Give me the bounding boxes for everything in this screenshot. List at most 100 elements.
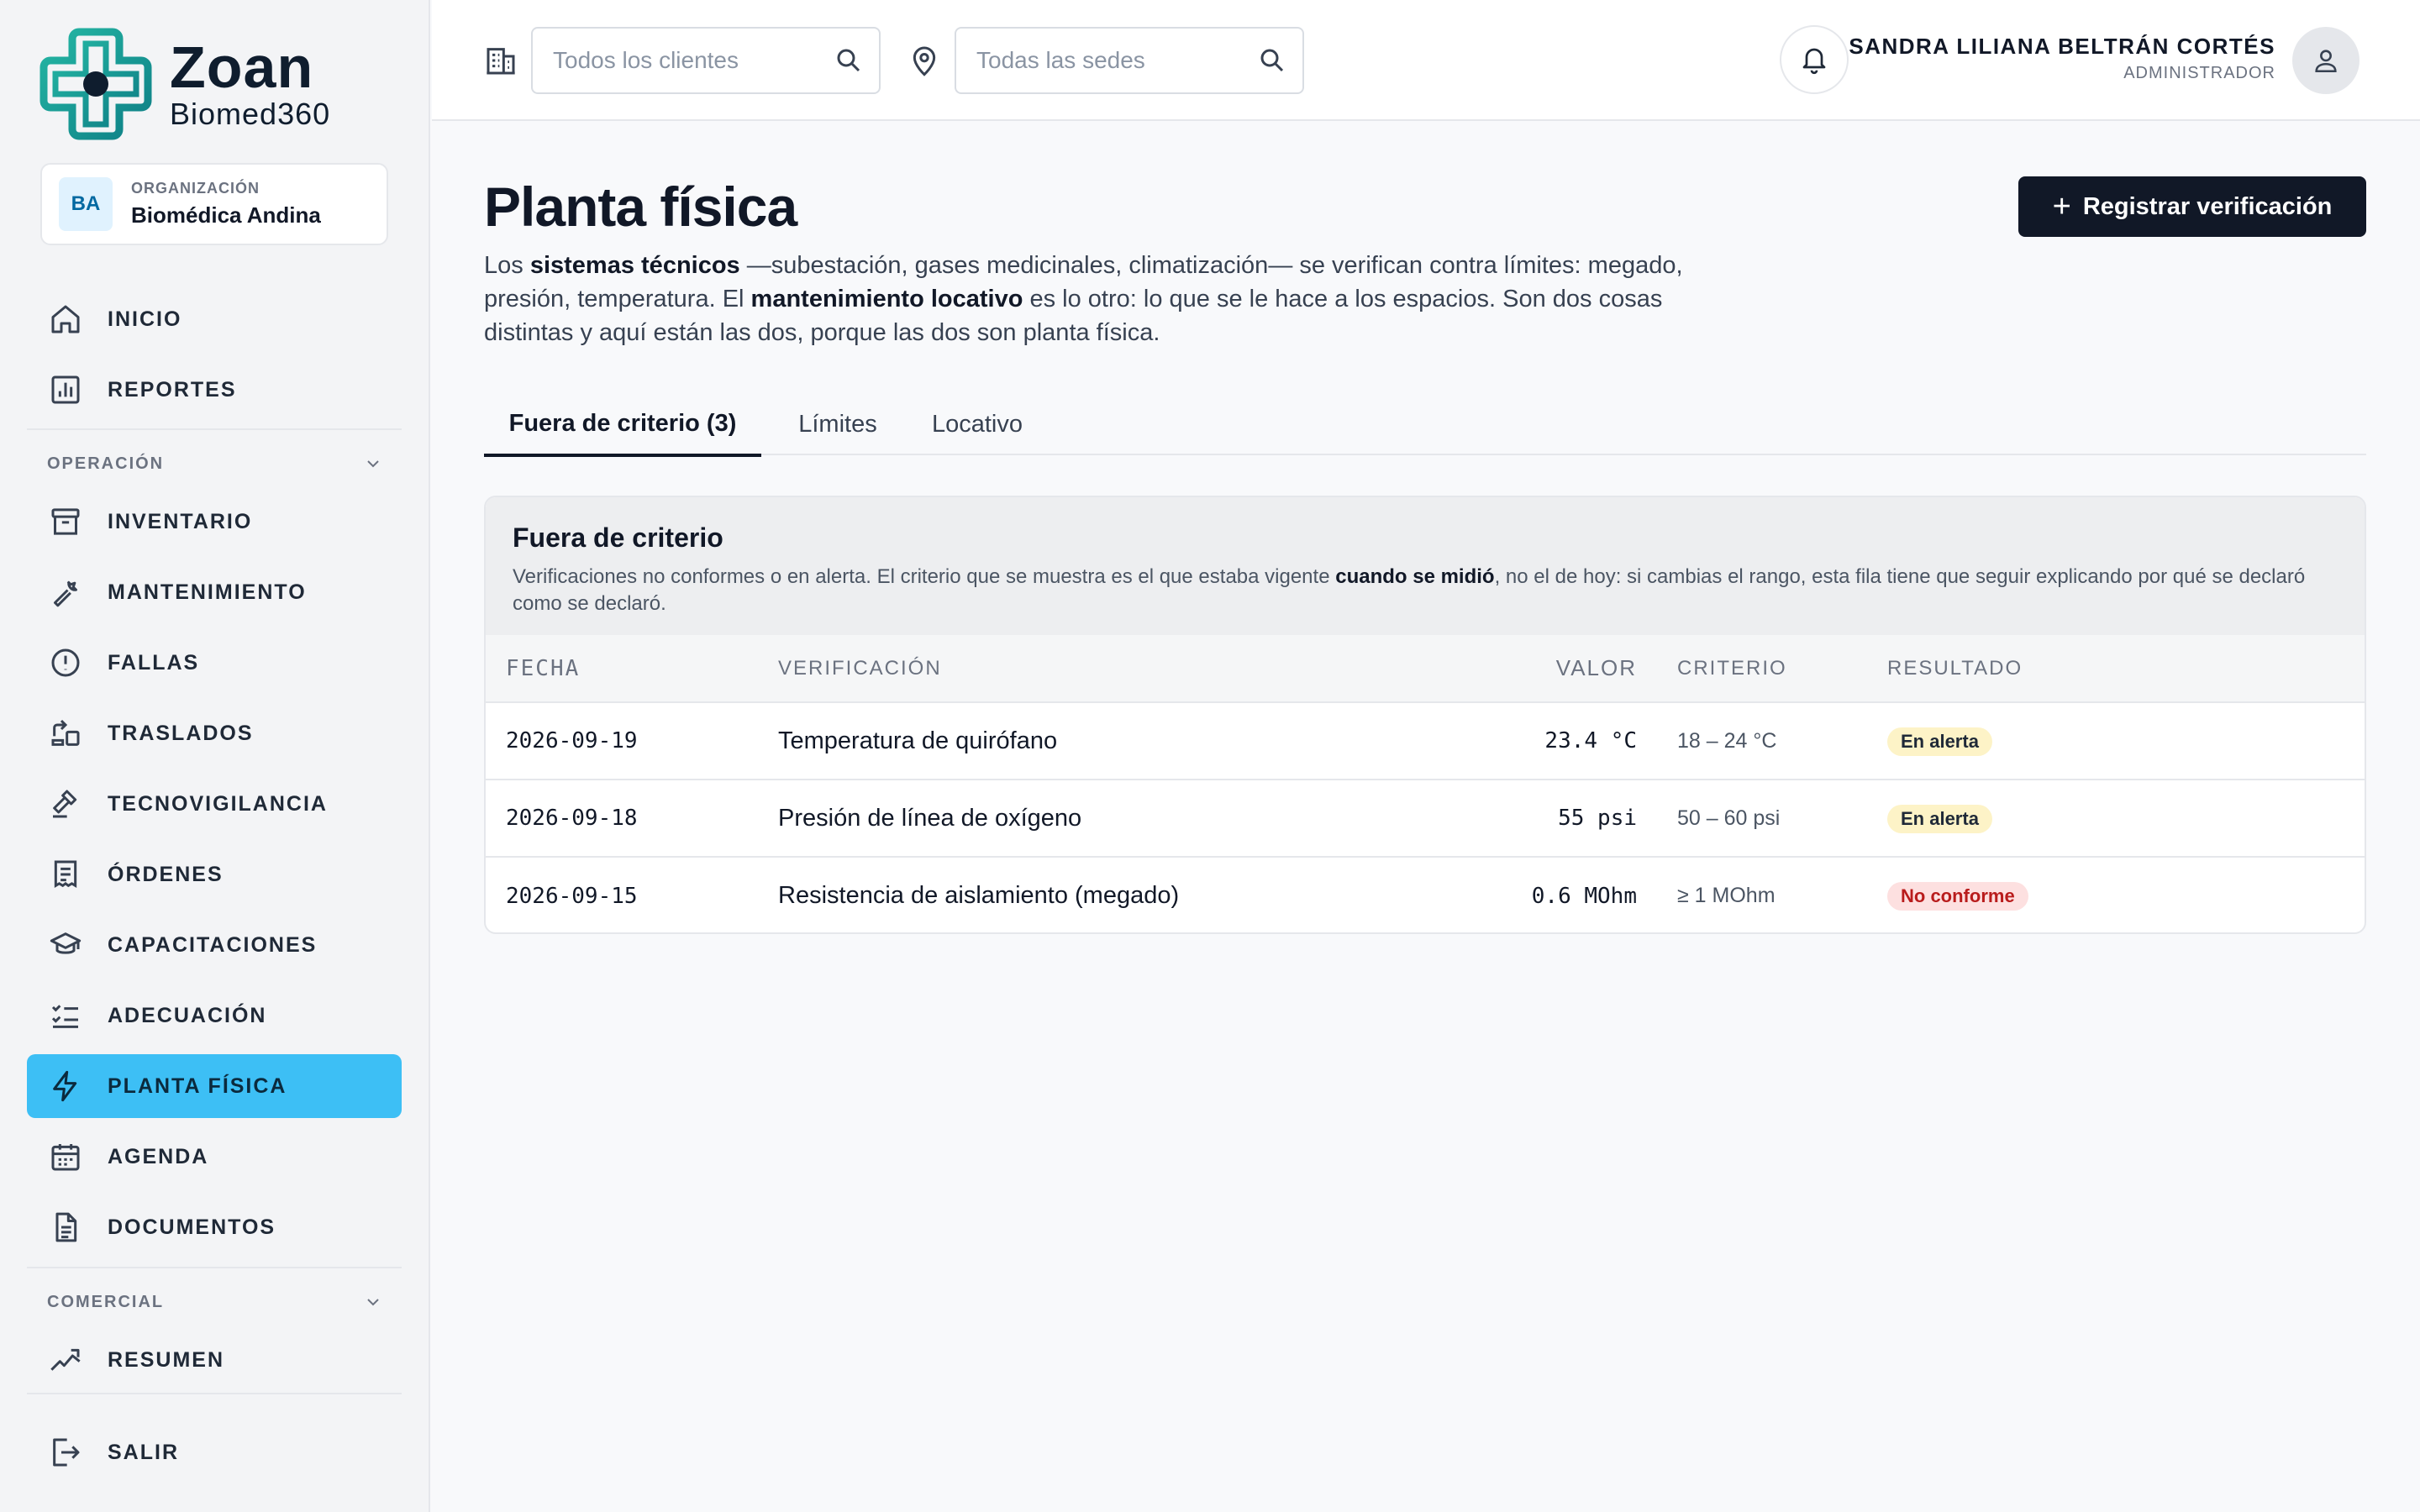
nav-item-inicio[interactable]: INICIO <box>27 287 402 351</box>
tabs: Fuera de criterio (3) Límites Locativo <box>484 393 2366 457</box>
chevron-down-icon <box>367 460 379 468</box>
alert-circle-icon <box>51 648 80 677</box>
nav-label: CAPACITACIONES <box>108 932 318 957</box>
user-icon <box>2315 50 2337 73</box>
nav-label: INVENTARIO <box>108 509 253 533</box>
cell-value: 23.4 °C <box>1518 702 1637 780</box>
nav-item-documentos[interactable]: DOCUMENTOS <box>27 1195 402 1259</box>
brand-name: Zoan <box>170 34 314 100</box>
nav-divider <box>27 428 402 430</box>
cell-result: En alerta <box>1887 780 2365 858</box>
nav-item-planta-fisica[interactable]: PLANTA FÍSICA <box>27 1054 402 1118</box>
wrench-icon <box>54 580 77 607</box>
tab-locativo[interactable]: Locativo <box>914 393 1040 455</box>
status-badge: En alerta <box>1887 727 1992 756</box>
card-header: Fuera de criterio Verificaciones no conf… <box>486 497 2365 635</box>
graduation-cap-icon <box>50 932 82 954</box>
nav-item-agenda[interactable]: AGENDA <box>27 1125 402 1189</box>
archive-icon <box>51 508 80 535</box>
nav-divider <box>27 1393 402 1394</box>
card-description: Verificaciones no conformes o en alerta.… <box>513 565 2306 615</box>
organization-badge: BA <box>59 177 113 231</box>
bell-icon <box>1802 48 1826 75</box>
organization-selector[interactable]: BA ORGANIZACIÓN Biomédica Andina <box>40 163 388 245</box>
nav-item-ordenes[interactable]: ÓRDENES <box>27 843 402 906</box>
cell-result: No conforme <box>1887 857 2365 932</box>
cell-verification: Temperatura de quirófano <box>778 702 1518 780</box>
nav-label: INICIO <box>108 307 182 331</box>
cell-result: En alerta <box>1887 702 2365 780</box>
sites-filter[interactable] <box>955 27 1304 94</box>
status-badge: No conforme <box>1887 882 2028 911</box>
cell-verification: Presión de línea de oxígeno <box>778 780 1518 858</box>
avatar[interactable] <box>2292 27 2360 94</box>
cell-criterion: 18 – 24 °C <box>1637 702 1887 780</box>
logout-icon <box>53 1438 80 1467</box>
table-header-row: FECHA VERIFICACIÓN VALOR CRITERIO RESULT… <box>486 635 2365 703</box>
nav-label: REPORTES <box>108 377 237 402</box>
chevron-down-icon <box>367 1299 379 1306</box>
document-icon <box>55 1212 77 1242</box>
nav-item-traslados[interactable]: TRASLADOS <box>27 701 402 765</box>
nav-label: PLANTA FÍSICA <box>108 1074 287 1098</box>
search-icon[interactable] <box>834 45 864 76</box>
plus-icon: + <box>2052 189 2071 224</box>
cell-criterion: ≥ 1 MOhm <box>1677 884 1776 907</box>
search-icon[interactable] <box>1257 45 1287 76</box>
nav-label: TRASLADOS <box>108 721 254 745</box>
calendar-icon <box>51 1144 80 1171</box>
nav-label: FALLAS <box>108 650 200 675</box>
nav-item-salir[interactable]: SALIR <box>27 1420 402 1484</box>
nav-item-mantenimiento[interactable]: MANTENIMIENTO <box>27 560 402 624</box>
column-header-verificacion[interactable]: VERIFICACIÓN <box>778 635 1518 703</box>
map-pin-icon <box>913 46 936 76</box>
nav-item-tecnovigilancia[interactable]: TECNOVIGILANCIA <box>27 772 402 836</box>
cell-criterion: 50 – 60 psi <box>1637 780 1887 858</box>
bar-chart-icon <box>51 375 80 404</box>
column-header-resultado[interactable]: RESULTADO <box>1887 635 2365 703</box>
nav-divider <box>27 1267 402 1268</box>
out-of-criteria-card: Fuera de criterio Verificaciones no conf… <box>484 496 2366 934</box>
cell-value: 0.6 MOhm <box>1531 883 1637 909</box>
brand-logo[interactable]: Zoan Biomed360 <box>39 27 330 141</box>
receipt-icon <box>54 860 77 888</box>
nav-item-fallas[interactable]: FALLAS <box>27 631 402 695</box>
column-header-fecha[interactable]: FECHA <box>486 635 778 703</box>
logo-cross-icon <box>39 28 152 140</box>
nav-item-adecuacion[interactable]: ADECUACIÓN <box>27 984 402 1047</box>
table-row[interactable]: 2026-09-15 Resistencia de aislamiento (m… <box>486 857 2365 932</box>
transfer-icon <box>51 719 80 746</box>
tab-limites[interactable]: Límites <box>775 393 901 455</box>
sites-search-input[interactable] <box>976 47 1254 74</box>
organization-caption: ORGANIZACIÓN <box>131 180 260 197</box>
nav-label: TECNOVIGILANCIA <box>108 791 328 816</box>
sidebar: Zoan Biomed360 BA ORGANIZACIÓN Biomédica… <box>0 0 430 1512</box>
clients-search-input[interactable] <box>553 47 830 74</box>
home-icon <box>51 305 80 333</box>
column-header-valor[interactable]: VALOR <box>1518 635 1637 703</box>
nav-label: ÓRDENES <box>108 862 224 886</box>
nav-item-resumen[interactable]: RESUMEN <box>27 1328 402 1392</box>
section-label: OPERACIÓN <box>47 454 165 473</box>
section-comercial-toggle[interactable]: COMERCIAL <box>47 1289 383 1315</box>
brand-product: Biomed360 <box>170 97 331 131</box>
table-row[interactable]: 2026-09-18 Presión de línea de oxígeno 5… <box>486 780 2365 858</box>
card-title: Fuera de criterio <box>513 522 723 553</box>
clients-filter[interactable] <box>531 27 881 94</box>
verifications-table: FECHA VERIFICACIÓN VALOR CRITERIO RESULT… <box>486 635 2365 932</box>
notifications-button[interactable] <box>1780 25 1849 94</box>
table-row[interactable]: 2026-09-19 Temperatura de quirófano 23.4… <box>486 702 2365 780</box>
topbar: SANDRA LILIANA BELTRÁN CORTÉS ADMINISTRA… <box>432 0 2420 121</box>
column-header-criterio[interactable]: CRITERIO <box>1637 635 1887 703</box>
cell-date: 2026-09-15 <box>506 883 638 909</box>
nav-label: ADECUACIÓN <box>108 1003 267 1027</box>
nav-item-inventario[interactable]: INVENTARIO <box>27 490 402 554</box>
tab-fuera-de-criterio[interactable]: Fuera de criterio (3) <box>484 393 761 457</box>
nav-label: MANTENIMIENTO <box>108 580 307 604</box>
building-icon <box>487 48 515 75</box>
register-verification-button[interactable]: + Registrar verificación <box>2018 176 2366 237</box>
nav-item-capacitaciones[interactable]: CAPACITACIONES <box>27 913 402 977</box>
section-operacion-toggle[interactable]: OPERACIÓN <box>47 451 383 476</box>
nav-item-reportes[interactable]: REPORTES <box>27 358 402 422</box>
organization-name: Biomédica Andina <box>131 202 321 228</box>
